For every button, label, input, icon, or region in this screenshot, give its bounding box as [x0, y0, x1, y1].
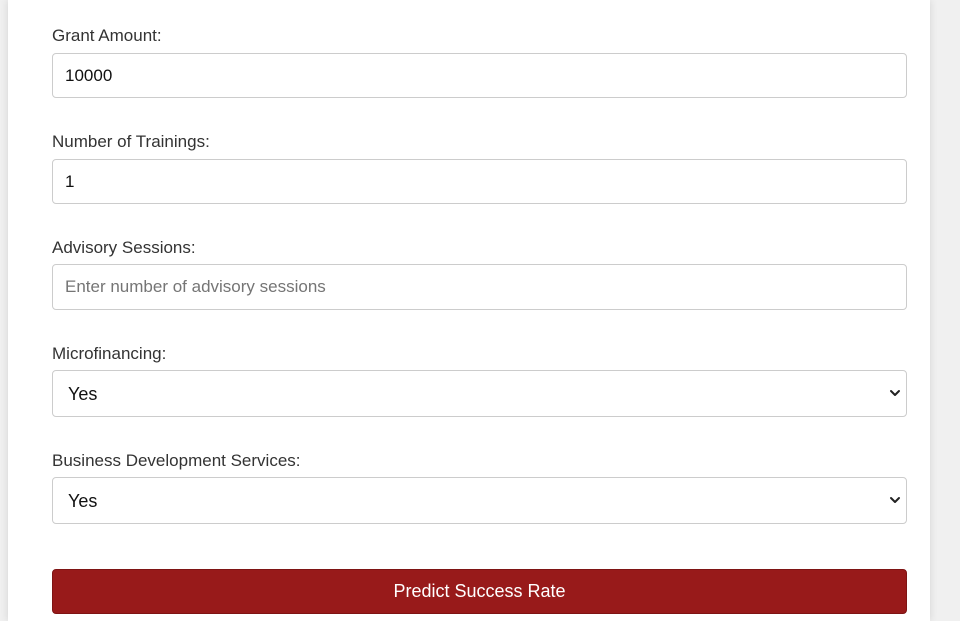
- grant-amount-input[interactable]: [52, 53, 907, 98]
- microfinancing-select[interactable]: Yes: [52, 370, 907, 417]
- trainings-input[interactable]: [52, 159, 907, 204]
- form-card: Grant Amount: Number of Trainings: Advis…: [8, 0, 930, 621]
- chevron-down-icon: [890, 390, 900, 396]
- advisory-input[interactable]: [52, 264, 907, 310]
- predict-success-rate-button[interactable]: Predict Success Rate: [52, 569, 907, 614]
- chevron-down-icon: [890, 497, 900, 503]
- grant-amount-label: Grant Amount:: [52, 26, 162, 45]
- trainings-label: Number of Trainings:: [52, 132, 210, 151]
- microfinancing-selected-value: Yes: [68, 384, 98, 404]
- bds-select[interactable]: Yes: [52, 477, 907, 524]
- bds-label: Business Development Services:: [52, 451, 301, 470]
- advisory-label: Advisory Sessions:: [52, 238, 196, 257]
- microfinancing-label: Microfinancing:: [52, 344, 167, 363]
- bds-selected-value: Yes: [68, 491, 98, 511]
